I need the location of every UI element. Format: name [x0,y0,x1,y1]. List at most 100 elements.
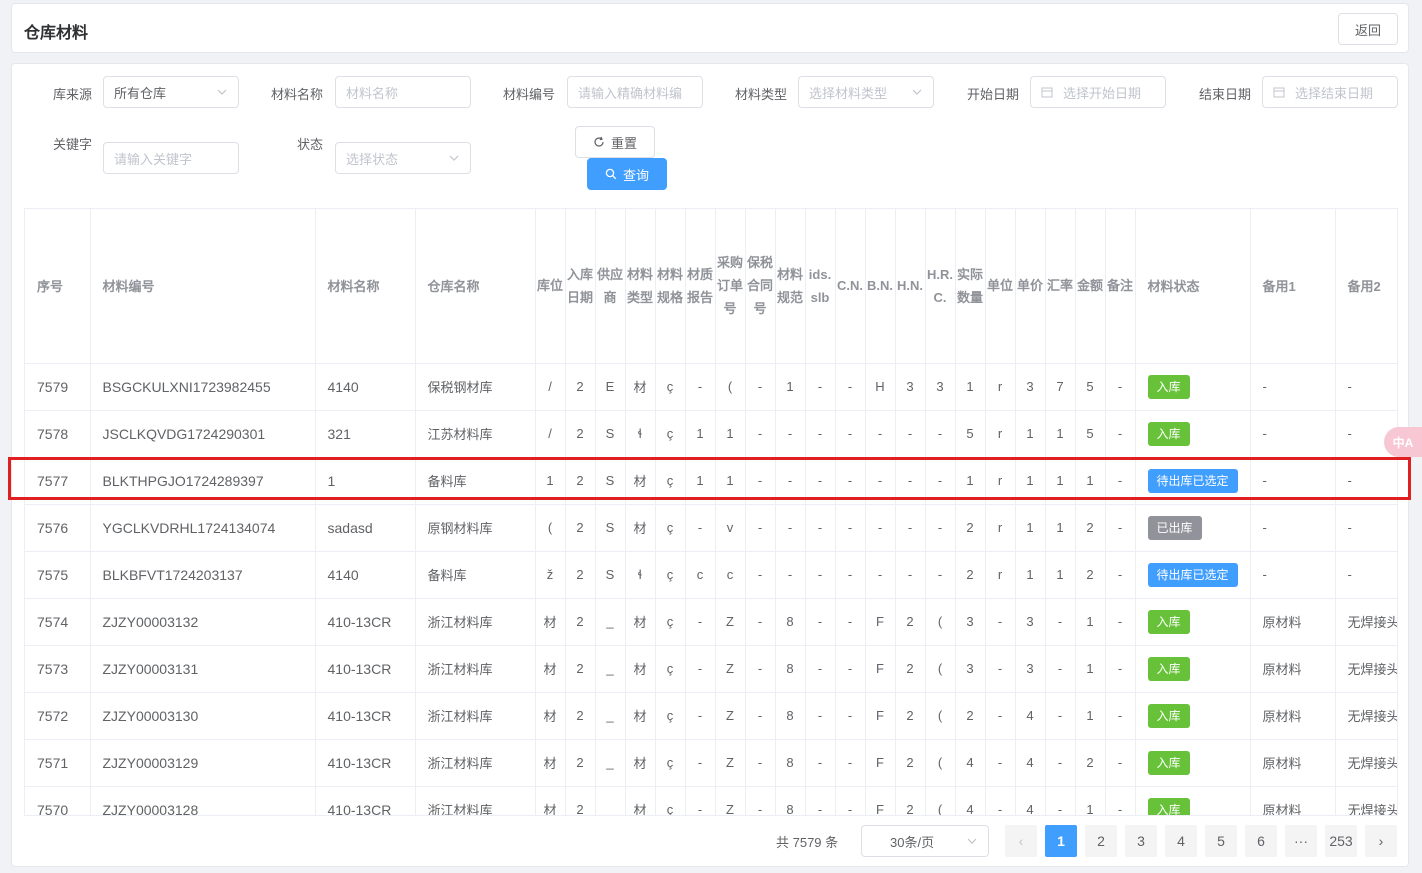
table-cell: 1 [315,457,416,505]
table-cell: - [1105,363,1136,411]
table-cell: - [1045,692,1076,740]
search-button[interactable]: 查询 [587,158,667,190]
status-select[interactable]: 选择状态 [335,142,471,174]
table-cell: - [865,504,896,552]
page-button[interactable]: 253 [1325,825,1357,857]
table-cell: 1 [1015,457,1046,505]
table-cell: - [1105,739,1136,787]
page-button[interactable]: 2 [1085,825,1117,857]
backup2-cell: - [1335,504,1397,552]
status-badge: 入库 [1147,609,1190,634]
table-cell: - [835,457,866,505]
table-cell: - [1105,598,1136,646]
source-select[interactable]: 所有仓库 [103,76,239,108]
table-cell: ç [655,363,686,411]
table-cell: - [775,504,806,552]
table-cell: r [985,551,1016,599]
table-cell: 410-13CR [315,786,416,815]
table-cell: F [865,739,896,787]
table-cell: 1 [685,457,716,505]
backup2-cell: 无焊接头 [1335,692,1397,740]
table-cell: c [715,551,746,599]
status-cell: 入库 [1135,739,1251,787]
type-select[interactable]: 选择材料类型 [798,76,934,108]
page-button[interactable]: 4 [1165,825,1197,857]
table-cell: ɬ [625,551,656,599]
table-row[interactable]: 7579 BSGCKULXNI1723982455 4140 保税钢材库/2 E 材 ç -(… [25,363,1397,411]
table-cell: 8 [775,786,806,815]
column-header: 材料类型 [625,209,656,364]
table-row[interactable]: 7575 BLKBFVT1724203137 4140 备料库 ž 2 Sɬ ç c c - - - - -… [25,551,1397,599]
table-cell: 5 [955,410,986,458]
table-cell: 1 [1045,457,1076,505]
keyword-input[interactable]: 请输入关键字 [103,142,239,174]
table-row[interactable]: 7573 ZJZY00003131 410-13CR 浙江材料库材 2 _ 材 ç - Z -8- -… [25,645,1397,693]
column-header: 采购订单号 [715,209,746,364]
table-cell: - [685,645,716,693]
column-header: 单价 [1015,209,1046,364]
table-cell: - [985,645,1016,693]
table-cell: ( [535,504,566,552]
search-button-label: 查询 [622,167,649,183]
table-cell: 4 [1015,739,1046,787]
table-row[interactable]: 7578 JSCLKQVDG1724290301 321 江苏材料库/2 Sɬ ç 1 1- -… [25,410,1397,458]
column-header: 材质报告 [685,209,716,364]
table-cell: Z [715,786,746,815]
name-input[interactable]: 材料名称 [335,76,471,108]
page-button[interactable]: 5 [1205,825,1237,857]
table-cell: 2 [955,551,986,599]
table-cell: - [835,692,866,740]
column-header: 材料规格 [655,209,686,364]
page-button[interactable]: 3 [1125,825,1157,857]
table-cell: 材 [625,598,656,646]
page-button[interactable]: 1 [1045,825,1077,857]
table-cell: r [985,457,1016,505]
table-cell: - [745,410,776,458]
start-date-picker[interactable]: 选择开始日期 [1030,76,1166,108]
back-button[interactable]: 返回 [1338,13,1398,45]
table-cell: - [985,692,1016,740]
table-cell: ç [655,410,686,458]
table-cell: - [805,692,836,740]
table-row[interactable]: 7577 BLKTHPGJO1724289397 1 备料库 1 2 S 材 ç 1 1- - - - - -… [25,457,1397,505]
table-row[interactable]: 7572 ZJZY00003130 410-13CR 浙江材料库材 2 _ 材 ç - Z -8- -… [25,692,1397,740]
page-size-select[interactable]: 30条/页 [861,825,989,857]
start-date-label: 开始日期 [966,87,1019,102]
table-cell: 4 [1015,692,1046,740]
pagination-more[interactable]: ··· [1285,825,1317,857]
next-page-button[interactable]: › [1365,825,1397,857]
table-cell: ( [715,363,746,411]
materials-table: 序号 材料编号 材料名称 仓库名称 库位 入库日期 供应商 材料类型 材料规格 材质报告 采购订单号… [24,208,1398,816]
table-row[interactable]: 7576 YGCLKVDRHL1724134074 sadasd 原钢材料库(2 S 材 ç… [25,504,1397,552]
code-input[interactable]: 请输入精确材料编 [567,76,703,108]
table-cell: - [745,457,776,505]
status-cell: 入库 [1135,598,1251,646]
table-cell: 江苏材料库 [415,410,536,458]
page-button[interactable]: 6 [1245,825,1277,857]
column-header: H.N. [895,209,926,364]
translate-icon[interactable]: 中A [1384,427,1422,457]
column-header: ids.slb [805,209,836,364]
table-cell: - [745,504,776,552]
table-cell: - [685,598,716,646]
column-header: 单位 [985,209,1016,364]
backup2-cell: - [1335,363,1397,411]
reset-button[interactable]: 重置 [575,126,655,158]
end-date-picker[interactable]: 选择结束日期 [1262,76,1398,108]
column-header: 实际数量 [955,209,986,364]
table-cell: 1 [955,457,986,505]
table-cell: 浙江材料库 [415,598,536,646]
table-row[interactable]: 7571 ZJZY00003129 410-13CR 浙江材料库材 2 _ 材 ç - Z -8- -… [25,739,1397,787]
prev-page-button[interactable]: ‹ [1005,825,1037,857]
column-header: 材料规范 [775,209,806,364]
column-header: 备用2 [1335,209,1397,364]
backup1-cell: - [1250,363,1336,411]
table-cell: 4140 [315,363,416,411]
table-cell: - [835,504,866,552]
table-cell: 2 [895,645,926,693]
table-row[interactable]: 7570 ZJZY00003128 410-13CR 浙江材料库材 2 _ 材 ç - Z -8- -… [25,786,1397,815]
table-cell: 1 [535,457,566,505]
column-header: 备注 [1105,209,1136,364]
table-cell: - [835,786,866,815]
table-row[interactable]: 7574 ZJZY00003132 410-13CR 浙江材料库材 2 _ 材 ç - Z -8- -… [25,598,1397,646]
